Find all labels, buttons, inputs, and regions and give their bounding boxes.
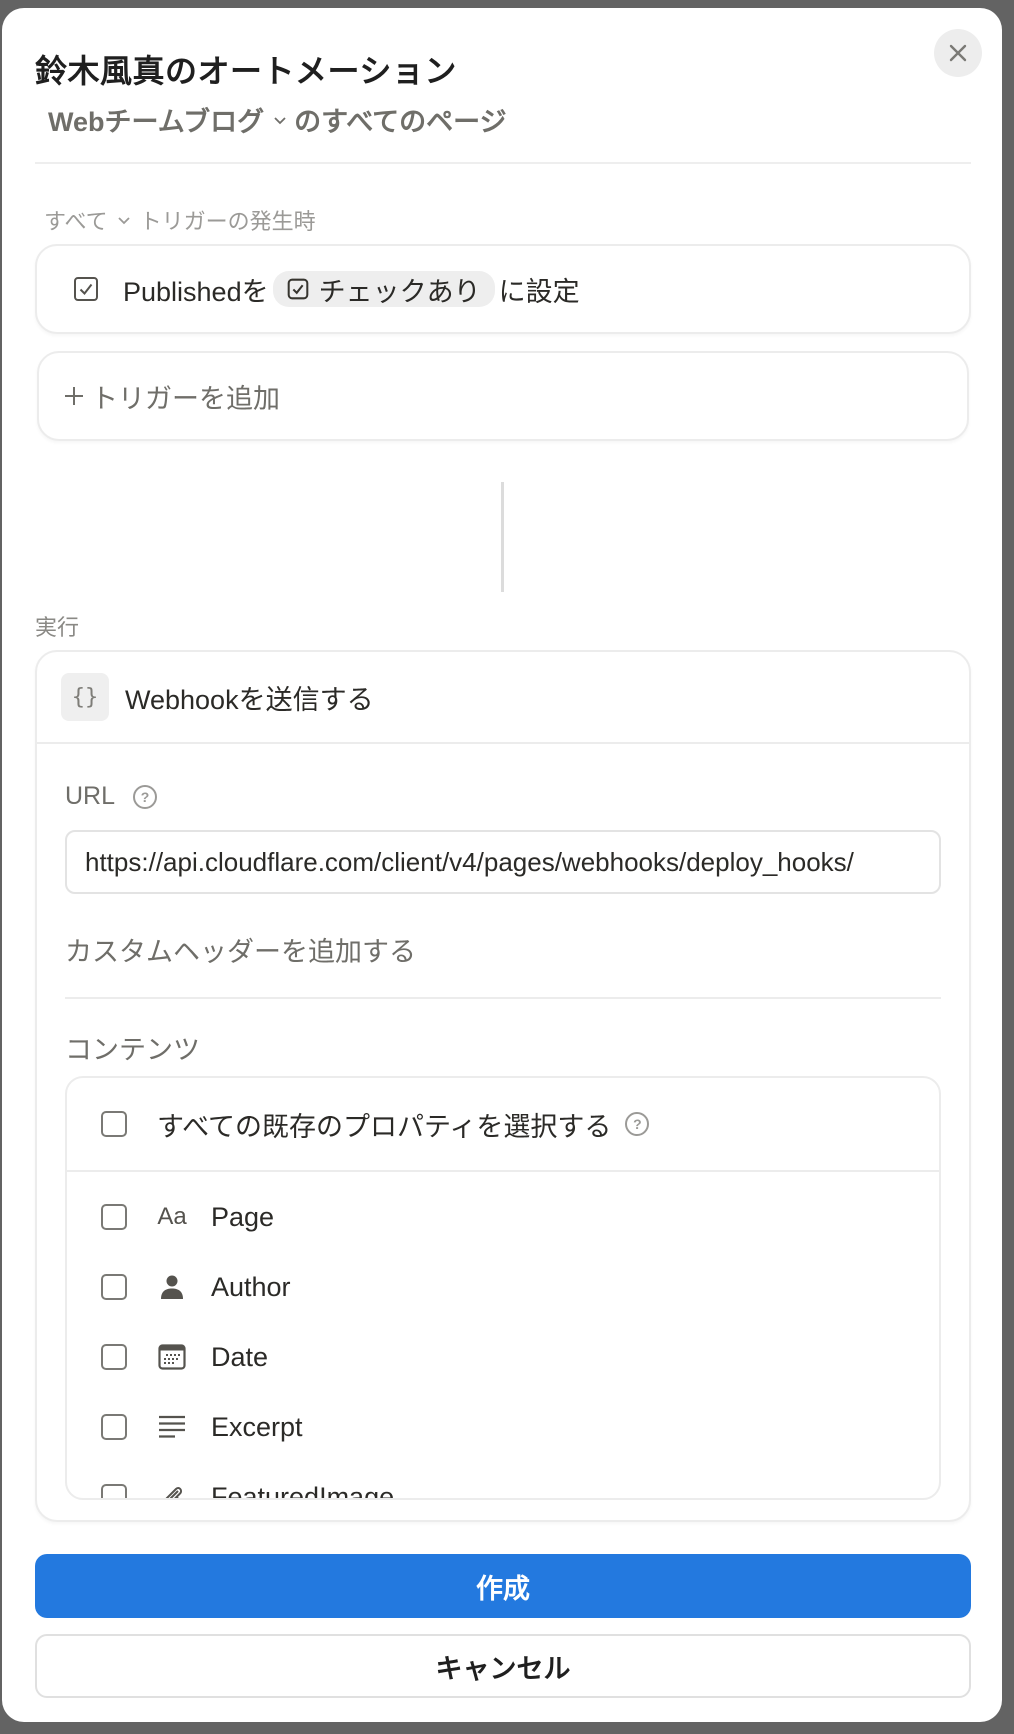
text-lines-icon: [159, 1415, 185, 1438]
close-icon: [949, 44, 967, 62]
help-icon[interactable]: ?: [133, 784, 158, 809]
list-item[interactable]: Date: [67, 1322, 939, 1392]
property-checkbox[interactable]: [101, 1274, 127, 1300]
trigger-card[interactable]: Publishedを チェックあり に設定: [35, 244, 971, 334]
property-name: Author: [211, 1271, 291, 1302]
trigger-suffix: に設定: [498, 276, 580, 307]
title-icon: Aa: [157, 1203, 187, 1230]
automation-dialog: 鈴木風真のオートメーション Webチームブログ のすべてのページ すべて トリガ…: [2, 8, 1002, 1722]
divider: [35, 162, 971, 164]
trigger-value: チェックあり: [318, 276, 481, 307]
select-all-row[interactable]: すべての既存のプロパティを選択する ?: [67, 1078, 939, 1172]
property-name: FeaturedImage: [211, 1481, 395, 1500]
plus-icon: [65, 387, 83, 405]
url-label-row: URL ?: [65, 782, 158, 811]
code-braces-icon: {}: [61, 673, 109, 721]
add-trigger-button[interactable]: トリガーを追加: [37, 351, 969, 441]
webhook-action-header[interactable]: {} Webhookを送信する: [37, 652, 969, 744]
chevron-down-icon: [117, 217, 130, 225]
divider: [65, 997, 941, 999]
database-name: Webチームブログ: [48, 107, 265, 137]
checkbox-checked-icon: [74, 277, 98, 301]
help-icon[interactable]: ?: [625, 1112, 650, 1136]
close-button[interactable]: [934, 29, 982, 77]
property-checkbox[interactable]: [101, 1414, 127, 1440]
property-checkbox[interactable]: [101, 1204, 127, 1230]
content-label: コンテンツ: [65, 1035, 200, 1065]
list-item[interactable]: Author: [67, 1252, 939, 1322]
property-list-box: すべての既存のプロパティを選択する ? Aa Page Author Date …: [65, 1076, 941, 1500]
url-label: URL: [65, 782, 116, 810]
list-item[interactable]: Aa Page: [67, 1182, 939, 1252]
cancel-button[interactable]: キャンセル: [35, 1634, 971, 1698]
trigger-property: Publishedを: [123, 276, 269, 307]
trigger-header-text: トリガーの発生時: [139, 209, 316, 234]
flow-connector-line: [501, 482, 504, 592]
person-icon: [161, 1275, 183, 1299]
chevron-down-icon: [274, 116, 286, 124]
property-name: Excerpt: [211, 1411, 303, 1442]
property-name: Date: [211, 1341, 269, 1372]
create-button[interactable]: 作成: [35, 1554, 971, 1618]
property-name: Page: [211, 1201, 275, 1232]
add-custom-header-link[interactable]: カスタムヘッダーを追加する: [65, 930, 416, 969]
database-selector[interactable]: Webチームブログ: [48, 100, 288, 139]
property-checkbox[interactable]: [101, 1484, 127, 1498]
select-all-checkbox[interactable]: [101, 1111, 127, 1137]
dialog-title: 鈴木風真のオートメーション: [35, 53, 457, 89]
dialog-subtitle: Webチームブログ のすべてのページ: [48, 100, 507, 139]
add-trigger-label: トリガーを追加: [91, 383, 280, 414]
property-checkbox[interactable]: [101, 1344, 127, 1370]
trigger-scope-label: すべて: [44, 209, 108, 234]
list-item[interactable]: Excerpt: [67, 1392, 939, 1462]
paperclip-icon: [165, 1487, 183, 1498]
select-all-label: すべての既存のプロパティを選択する: [157, 1111, 612, 1142]
trigger-header: すべて トリガーの発生時: [44, 204, 316, 236]
property-list: Aa Page Author Date Excerpt FeaturedImag…: [67, 1172, 939, 1500]
calendar-icon: [158, 1344, 186, 1370]
subtitle-suffix: のすべてのページ: [294, 107, 507, 137]
checkbox-checked-icon: [287, 278, 308, 300]
url-input[interactable]: [65, 830, 941, 894]
actions-section-label: 実行: [35, 615, 80, 640]
trigger-value-pill[interactable]: チェックあり: [272, 271, 495, 307]
webhook-action-card: {} Webhookを送信する URL ? カスタムヘッダーを追加する コンテン…: [35, 650, 971, 1522]
list-item[interactable]: FeaturedImage: [67, 1462, 939, 1500]
trigger-scope-selector[interactable]: すべて: [44, 204, 132, 236]
webhook-action-title: Webhookを送信する: [125, 684, 374, 715]
